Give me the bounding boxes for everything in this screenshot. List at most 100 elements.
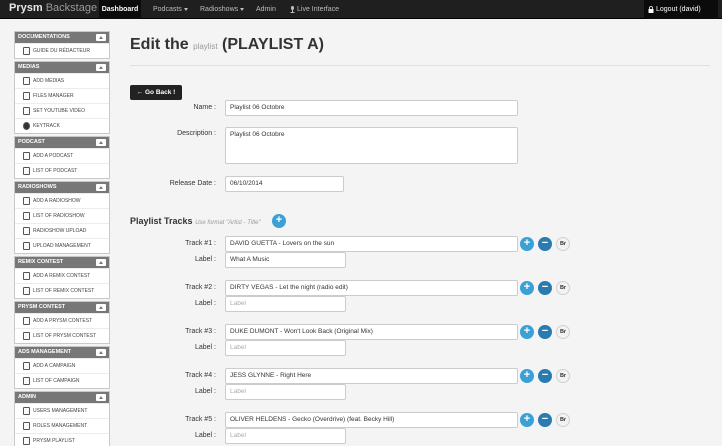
add-track-below-button[interactable]: + xyxy=(520,281,534,295)
page-title-prefix: Edit the xyxy=(130,36,189,53)
track-field[interactable]: DIRTY VEGAS - Let the night (radio edit) xyxy=(225,280,518,296)
sidebar-item-add-podcast[interactable]: ADD A PODCAST xyxy=(15,148,109,163)
add-track-below-button[interactable]: + xyxy=(520,369,534,383)
add-track-below-button[interactable]: + xyxy=(520,413,534,427)
vinyl-icon xyxy=(23,121,30,130)
br-button[interactable]: Br xyxy=(556,237,570,251)
br-button[interactable]: Br xyxy=(556,281,570,295)
sidebar-item-list-prysm-contest[interactable]: LIST OF PRYSM CONTEST xyxy=(15,328,109,343)
sidebar-item-list-remix-contest[interactable]: LIST OF REMIX CONTEST xyxy=(15,283,109,298)
radio-icon xyxy=(23,211,30,220)
sidebar-item-files-manager[interactable]: FILES MANAGER xyxy=(15,88,109,103)
release-date-field[interactable]: 06/10/2014 xyxy=(225,176,344,192)
sidebar-item-youtube[interactable]: SET YOUTUBE VIDEO xyxy=(15,103,109,118)
remove-track-button[interactable]: − xyxy=(538,281,552,295)
label-field[interactable]: Label xyxy=(225,384,346,400)
label-field[interactable]: Label xyxy=(225,428,346,444)
name-label: Name : xyxy=(193,104,216,111)
description-label: Description : xyxy=(177,130,216,137)
sidebar-item-prysm-playlist[interactable]: PRYSM PLAYLIST xyxy=(15,433,109,446)
sidebar-item-guide[interactable]: GUIDE DU RÉDACTEUR xyxy=(15,43,109,58)
chevron-up-icon[interactable] xyxy=(96,34,106,41)
sidebar-item-users-management[interactable]: USERS MANAGEMENT xyxy=(15,403,109,418)
remove-track-button[interactable]: − xyxy=(538,369,552,383)
sidebar-item-list-radioshow[interactable]: LIST OF RADIOSHOW xyxy=(15,208,109,223)
chevron-up-icon[interactable] xyxy=(96,139,106,146)
sidebar-section-header[interactable]: MEDIAS xyxy=(15,62,109,73)
microphone-icon xyxy=(290,5,295,13)
sidebar-section-header[interactable]: ADS MANAGEMENT xyxy=(15,347,109,358)
track-field[interactable]: OLIVER HELDENS - Gecko (Overdrive) (feat… xyxy=(225,412,518,428)
sidebar-item-radioshow-upload[interactable]: RADIOSHOW UPLOAD xyxy=(15,223,109,238)
label-label: Label : xyxy=(194,388,216,395)
track-field[interactable]: JESS GLYNNE - Right Here xyxy=(225,368,518,384)
sidebar-section-header[interactable]: PRYSM CONTEST xyxy=(15,302,109,313)
sidebar-section-header[interactable]: PODCAST xyxy=(15,137,109,148)
name-field[interactable]: Playlist 06 Octobre xyxy=(225,100,518,116)
sidebar: DOCUMENTATIONS GUIDE DU RÉDACTEUR MEDIAS… xyxy=(14,31,110,446)
nav-live-interface[interactable]: Live Interface xyxy=(290,0,339,19)
sidebar-item-list-campaign[interactable]: LIST OF CAMPAIGN xyxy=(15,373,109,388)
logout-button[interactable]: Logout (david) xyxy=(644,0,718,19)
folder-icon xyxy=(23,91,30,100)
chevron-up-icon[interactable] xyxy=(96,259,106,266)
sidebar-item-add-prysm-contest[interactable]: ADD A PRYSM CONTEST xyxy=(15,313,109,328)
sidebar-section-header[interactable]: REMIX CONTEST xyxy=(15,257,109,268)
sidebar-item-label: LIST OF PRYSM CONTEST xyxy=(33,333,97,339)
br-button[interactable]: Br xyxy=(556,413,570,427)
sidebar-section-admin: ADMIN USERS MANAGEMENT ROLES MANAGEMENT … xyxy=(14,391,110,446)
add-track-button[interactable]: + xyxy=(272,214,286,228)
sidebar-item-add-remix-contest[interactable]: ADD A REMIX CONTEST xyxy=(15,268,109,283)
sidebar-section-header[interactable]: RADIOSHOWS xyxy=(15,182,109,193)
remove-track-button[interactable]: − xyxy=(538,237,552,251)
remove-track-button[interactable]: − xyxy=(538,413,552,427)
upload-icon xyxy=(23,241,30,250)
add-track-below-button[interactable]: + xyxy=(520,237,534,251)
sidebar-section-header[interactable]: DOCUMENTATIONS xyxy=(15,32,109,43)
sidebar-item-add-medias[interactable]: ADD MEDIAS xyxy=(15,73,109,88)
sidebar-item-label: PRYSM PLAYLIST xyxy=(33,438,76,444)
users-icon xyxy=(23,406,30,415)
sidebar-item-list-podcast[interactable]: LIST OF PODCAST xyxy=(15,163,109,178)
br-button[interactable]: Br xyxy=(556,325,570,339)
description-field[interactable]: Playlist 06 Octobre xyxy=(225,127,518,164)
sidebar-item-label: ADD MEDIAS xyxy=(33,78,65,84)
sidebar-item-label: SET YOUTUBE VIDEO xyxy=(33,108,86,114)
go-back-button[interactable]: ← Go Back ! xyxy=(130,85,182,100)
page-title: Edit the playlist (PLAYLIST A) xyxy=(130,36,324,54)
nav-admin[interactable]: Admin xyxy=(256,0,276,19)
upload-icon xyxy=(23,226,30,235)
label-field[interactable]: Label xyxy=(225,340,346,356)
nav-radioshows[interactable]: Radioshows xyxy=(200,0,245,19)
track-field[interactable]: DUKE DUMONT - Won't Look Back (Original … xyxy=(225,324,518,340)
add-track-below-button[interactable]: + xyxy=(520,325,534,339)
chevron-up-icon[interactable] xyxy=(96,394,106,401)
remove-track-button[interactable]: − xyxy=(538,325,552,339)
nav-dashboard[interactable]: Dashboard xyxy=(99,0,141,19)
sidebar-item-upload-management[interactable]: UPLOAD MANAGEMENT xyxy=(15,238,109,253)
track-label: Track #3 : xyxy=(185,328,216,335)
br-button[interactable]: Br xyxy=(556,369,570,383)
sidebar-item-label: ADD A CAMPAIGN xyxy=(33,363,76,369)
document-icon xyxy=(23,46,30,55)
track-field[interactable]: DAVID GUETTA - Lovers on the sun xyxy=(225,236,518,252)
chevron-up-icon[interactable] xyxy=(96,349,106,356)
brand-logo[interactable]: Prysm Backstage xyxy=(9,2,97,14)
label-field[interactable]: What A Music xyxy=(225,252,346,268)
top-navbar: Prysm Backstage Dashboard Podcasts Radio… xyxy=(0,0,722,19)
sidebar-section-prysm-contest: PRYSM CONTEST ADD A PRYSM CONTEST LIST O… xyxy=(14,301,110,344)
sidebar-section-ads-management: ADS MANAGEMENT ADD A CAMPAIGN LIST OF CA… xyxy=(14,346,110,389)
nav-podcasts[interactable]: Podcasts xyxy=(153,0,188,19)
sidebar-section-header[interactable]: ADMIN xyxy=(15,392,109,403)
sidebar-item-keytrack[interactable]: KEYTRACK xyxy=(15,118,109,133)
brand-bold: Prysm xyxy=(9,2,43,14)
chevron-up-icon[interactable] xyxy=(96,304,106,311)
label-field[interactable]: Label xyxy=(225,296,346,312)
chevron-down-icon xyxy=(183,7,188,11)
chevron-up-icon[interactable] xyxy=(96,184,106,191)
sidebar-item-add-campaign[interactable]: ADD A CAMPAIGN xyxy=(15,358,109,373)
sidebar-item-roles-management[interactable]: ROLES MANAGEMENT xyxy=(15,418,109,433)
sidebar-item-add-radioshow[interactable]: ADD A RADIOSHOW xyxy=(15,193,109,208)
lock-icon xyxy=(648,5,654,13)
chevron-up-icon[interactable] xyxy=(96,64,106,71)
